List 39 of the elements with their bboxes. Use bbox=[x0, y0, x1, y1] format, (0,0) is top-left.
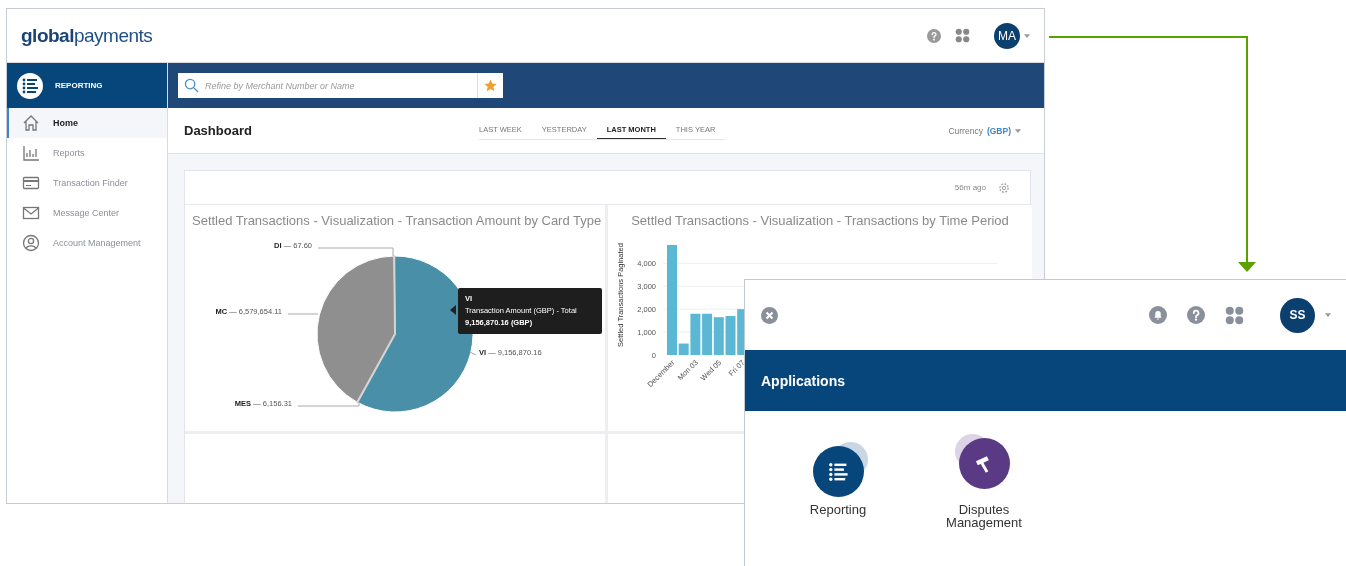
help-icon[interactable] bbox=[927, 28, 941, 43]
page-title: Dashboard bbox=[184, 123, 253, 138]
search-icon bbox=[184, 78, 199, 93]
envelope-icon bbox=[22, 204, 40, 222]
pointer-icon bbox=[450, 305, 456, 315]
app-launcher[interactable]: Reporting bbox=[785, 441, 891, 529]
section-title: Applications bbox=[761, 372, 845, 389]
caret-icon[interactable] bbox=[1024, 33, 1030, 38]
apps-grid-icon[interactable] bbox=[955, 28, 970, 43]
sidebar-item[interactable]: Home bbox=[7, 108, 167, 138]
user-avatar[interactable]: SS bbox=[1280, 297, 1315, 333]
help-icon[interactable] bbox=[1187, 306, 1205, 324]
bell-icon[interactable] bbox=[1149, 306, 1167, 324]
caret-icon bbox=[1015, 128, 1021, 133]
app-launcher[interactable]: Disputes Management bbox=[931, 441, 1037, 529]
close-icon[interactable] bbox=[761, 306, 778, 324]
sidebar-item[interactable]: Transaction Finder bbox=[7, 168, 167, 198]
bar-chart-icon bbox=[22, 144, 40, 162]
chart-title: Settled Transactions - Visualization - Transaction Amount by Card Type bbox=[191, 212, 603, 228]
caret-icon[interactable] bbox=[1325, 313, 1331, 317]
leader-line bbox=[297, 401, 360, 407]
sidebar-item[interactable]: Account Management bbox=[7, 228, 167, 258]
logo-text: globalpayments bbox=[21, 24, 153, 47]
search-field[interactable]: Refine by Merchant Number or Name bbox=[178, 73, 478, 98]
home-icon bbox=[22, 114, 40, 132]
apps-grid-icon[interactable] bbox=[1225, 305, 1244, 325]
sidebar-item[interactable]: Message Center bbox=[7, 198, 167, 228]
updated-time: 56m ago bbox=[954, 183, 986, 192]
settings-icon[interactable] bbox=[998, 181, 1010, 194]
leader-line bbox=[469, 351, 477, 356]
user-icon bbox=[22, 234, 40, 252]
chart-title: Settled Transactions - Visualization - Transactions by Time Period bbox=[630, 212, 1010, 228]
leader-line bbox=[287, 313, 319, 315]
sidebar-item[interactable]: Reports bbox=[7, 138, 167, 168]
sidebar-title: REPORTING bbox=[55, 81, 103, 90]
credit-card-icon bbox=[22, 174, 40, 192]
user-avatar[interactable]: MA bbox=[994, 22, 1020, 49]
currency-selector[interactable]: Currency (GBP) bbox=[948, 125, 1021, 136]
list-icon bbox=[17, 72, 43, 99]
